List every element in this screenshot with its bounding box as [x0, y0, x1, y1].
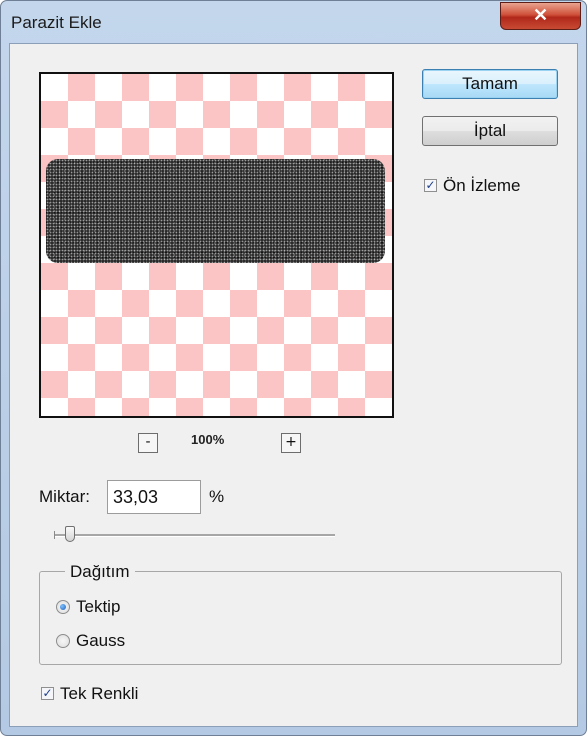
amount-label: Miktar: — [39, 487, 90, 506]
noise-preview-image — [46, 159, 385, 263]
checkmark-icon: ✓ — [425, 178, 436, 192]
radio-uniform[interactable] — [56, 600, 70, 614]
close-button[interactable]: ✕ — [500, 2, 581, 30]
slider-tick-start — [54, 531, 55, 539]
title-bar[interactable]: Parazit Ekle ✕ — [1, 1, 586, 43]
amount-unit: % — [209, 487, 225, 506]
close-icon: ✕ — [532, 5, 549, 25]
radio-uniform-label: Tektip — [76, 597, 121, 616]
zoom-in-button[interactable]: + — [281, 433, 301, 453]
preview-checkbox-label: Ön İzleme — [443, 176, 521, 195]
amount-slider-track[interactable] — [54, 534, 335, 537]
preview-checkbox[interactable]: ✓ — [424, 179, 437, 192]
dialog-title: Parazit Ekle — [11, 13, 102, 32]
zoom-level: 100% — [191, 432, 225, 447]
radio-gaussian[interactable] — [56, 634, 70, 648]
amount-input[interactable]: 33,03 — [107, 480, 201, 514]
dialog-body: - 100% + Tamam İptal ✓ Ön İzleme Miktar:… — [9, 43, 578, 727]
checkmark-icon: ✓ — [42, 686, 53, 700]
cancel-button[interactable]: İptal — [422, 116, 558, 146]
amount-slider-thumb[interactable] — [65, 526, 75, 542]
preview-pane[interactable] — [39, 72, 394, 418]
monochromatic-checkbox[interactable]: ✓ — [41, 687, 54, 700]
zoom-out-button[interactable]: - — [138, 433, 158, 453]
ok-button[interactable]: Tamam — [422, 69, 558, 99]
distribution-legend: Dağıtım — [65, 562, 135, 582]
add-noise-dialog: Parazit Ekle ✕ - 100% + Tamam İptal ✓ Ön… — [0, 0, 587, 736]
radio-gaussian-label: Gauss — [76, 631, 126, 650]
monochromatic-label: Tek Renkli — [60, 684, 139, 703]
